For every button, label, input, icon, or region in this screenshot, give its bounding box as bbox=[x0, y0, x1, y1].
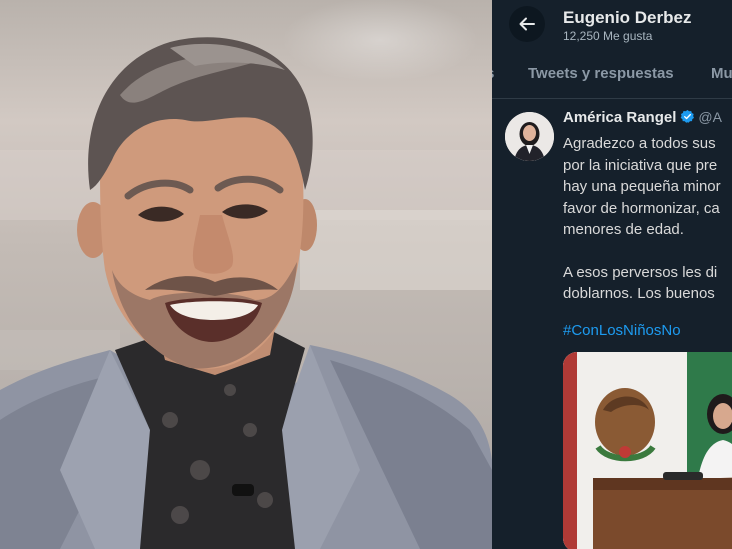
tweet-author-name[interactable]: América Rangel bbox=[563, 109, 676, 126]
photo-panel bbox=[0, 0, 492, 549]
tweet-text-line: A esos perversos les di bbox=[563, 263, 718, 281]
tweet-hashtag-link[interactable]: #ConLosNiñosNo bbox=[563, 322, 681, 339]
tab-tweets-and-replies[interactable]: Tweets y respuestas bbox=[528, 65, 674, 82]
tweet-text-line: favor de hormonizar, ca bbox=[563, 199, 720, 217]
avatar[interactable] bbox=[505, 112, 554, 161]
tab-next[interactable]: Mu bbox=[711, 65, 732, 82]
tweet-author-row: América Rangel @A bbox=[563, 109, 722, 129]
profile-name: Eugenio Derbez bbox=[563, 8, 692, 27]
tweet-text-line: Agradezco a todos sus bbox=[563, 135, 716, 152]
tweet-text-line: por la iniciativa que pre bbox=[563, 156, 718, 174]
tweet-text-line: hay una pequeña minor bbox=[563, 178, 721, 195]
tweet-media-image[interactable] bbox=[563, 352, 732, 549]
profile-header: Eugenio Derbez 12,250 Me gusta bbox=[492, 0, 732, 49]
profile-tabs: s Tweets y respuestas Mu bbox=[492, 49, 732, 99]
tweet-text: Agradezco a todos sus por la iniciativa … bbox=[563, 133, 732, 305]
twitter-screenshot-panel: Eugenio Derbez 12,250 Me gusta s Tweets … bbox=[492, 0, 732, 549]
tweet-text-line: doblarnos. Los buenos bbox=[563, 285, 715, 302]
tweet-author-handle[interactable]: @A bbox=[698, 109, 722, 125]
verified-badge-icon bbox=[680, 109, 695, 129]
back-button[interactable] bbox=[509, 6, 545, 42]
portrait-illustration bbox=[0, 37, 492, 549]
profile-likes-count: 12,250 Me gusta bbox=[563, 29, 653, 43]
arrow-left-icon bbox=[518, 15, 536, 33]
tweet-text-line: menores de edad. bbox=[563, 221, 684, 238]
tab-previous[interactable]: s bbox=[492, 65, 494, 82]
tweet[interactable]: América Rangel @A Agradezco a todos sus p… bbox=[492, 100, 732, 549]
